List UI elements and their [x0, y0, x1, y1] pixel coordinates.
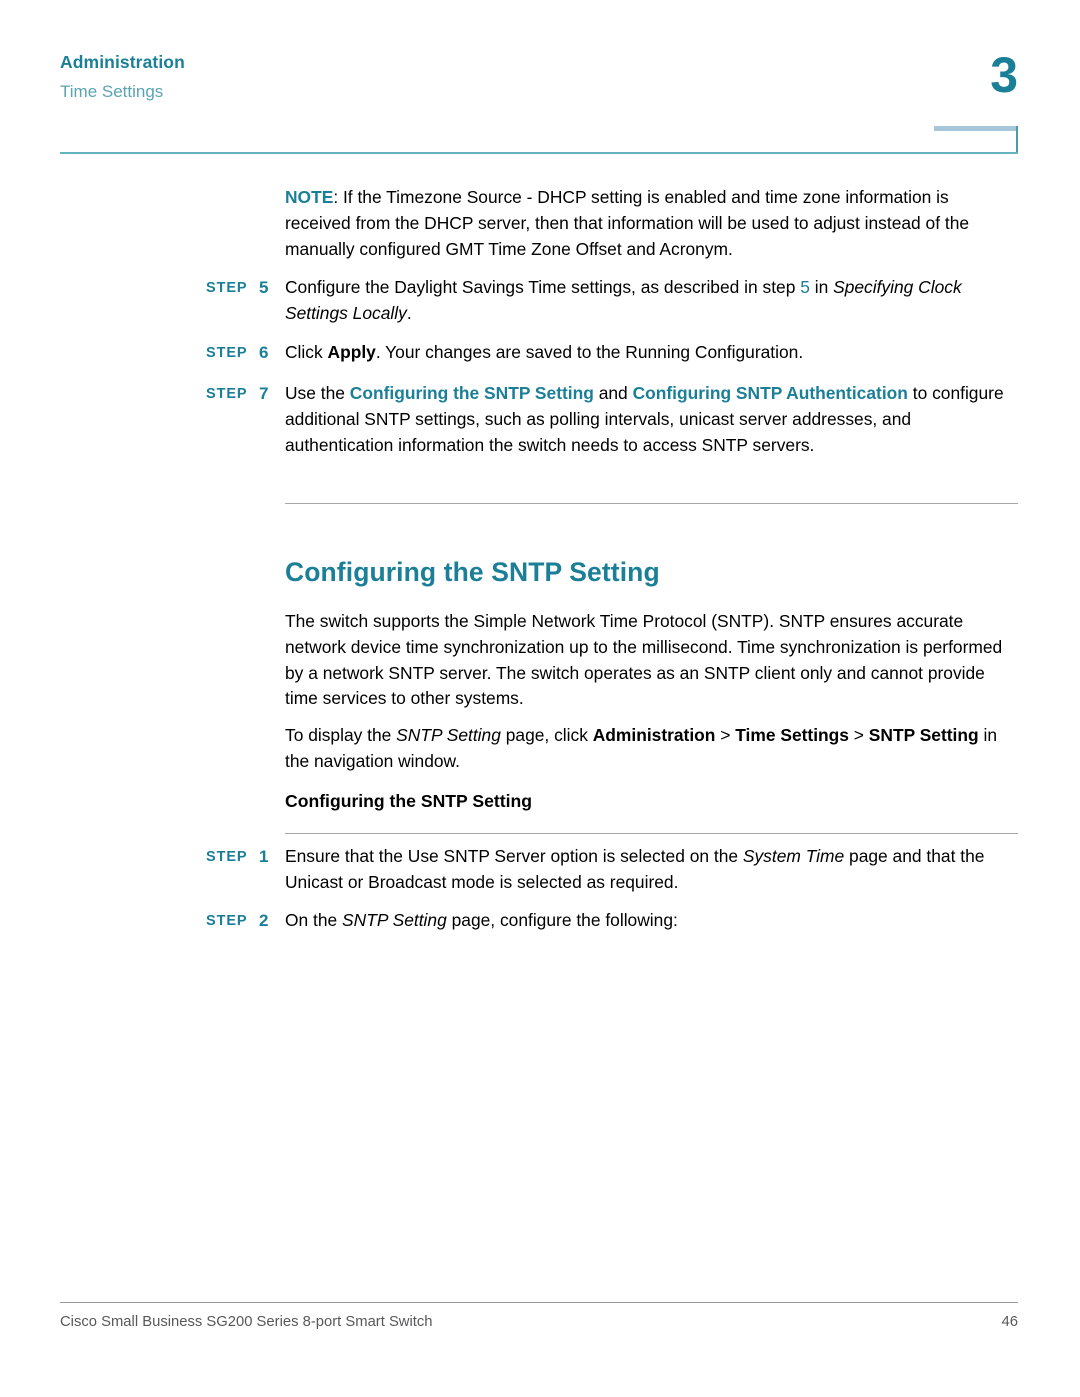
- text-run: Administration: [592, 725, 716, 745]
- step-number: 6: [259, 343, 269, 362]
- text-run: in: [809, 277, 834, 297]
- section-divider-rule: [285, 503, 1018, 504]
- step-number: 2: [259, 911, 269, 930]
- text-run: Configure the Daylight Savings Time sett…: [285, 277, 801, 297]
- text-run: Ensure that the Use SNTP Server option i…: [285, 846, 743, 866]
- text-run: SNTP Setting: [868, 725, 979, 745]
- text-run: .: [406, 302, 412, 323]
- section-intro: The switch supports the Simple Network T…: [285, 609, 1018, 712]
- step-body: Configure the Daylight Savings Time sett…: [279, 275, 1018, 327]
- text-run: 5: [800, 277, 810, 297]
- step-body: Use the Configuring the SNTP Setting and…: [279, 381, 1018, 458]
- note-paragraph: NOTE: If the Timezone Source - DHCP sett…: [285, 185, 1018, 262]
- procedure-divider-rule: [285, 833, 1018, 834]
- text-run: . Your changes are saved to the Running …: [375, 342, 804, 362]
- text-run: SNTP Setting: [342, 910, 447, 930]
- text-run: and: [593, 383, 633, 403]
- step-number: 7: [259, 384, 269, 403]
- text-run: On the: [285, 910, 343, 930]
- footer-page-number: 46: [1001, 1314, 1018, 1330]
- text-run: >: [848, 725, 869, 745]
- step-label: STEP: [206, 345, 248, 361]
- text-run: Apply: [327, 342, 376, 362]
- text-run: page, configure the following:: [446, 910, 678, 930]
- document-page: Administration Time Settings 3 NOTE: If …: [0, 0, 1080, 1397]
- header-section-title: Time Settings: [60, 81, 164, 101]
- step-label: STEP: [206, 386, 248, 402]
- text-run: >: [715, 725, 736, 745]
- text-run: Time Settings: [735, 725, 849, 745]
- step-row: STEP 7 Use the Configuring the SNTP Sett…: [206, 381, 1018, 458]
- text-run: SNTP Setting: [396, 725, 501, 745]
- header-tab-bar-decoration: [934, 126, 1018, 131]
- note-block: NOTE: If the Timezone Source - DHCP sett…: [285, 185, 1018, 262]
- step-body: On the SNTP Setting page, configure the …: [279, 908, 1018, 934]
- step-row: STEP 1 Ensure that the Use SNTP Server o…: [206, 844, 1018, 896]
- step-body: Ensure that the Use SNTP Server option i…: [279, 844, 1018, 896]
- step-row: STEP 2 On the SNTP Setting page, configu…: [206, 908, 1018, 935]
- footer-rule: [60, 1302, 1018, 1303]
- step-label: STEP: [206, 913, 248, 929]
- step-number: 5: [259, 278, 269, 297]
- navigation-path-block: To display the SNTP Setting page, click …: [285, 723, 1018, 775]
- step-number: 1: [259, 847, 269, 866]
- note-label: NOTE: [285, 187, 334, 207]
- text-run: Configuring the SNTP Setting: [349, 383, 594, 403]
- navigation-path-paragraph: To display the SNTP Setting page, click …: [285, 723, 1018, 775]
- step-body: Click Apply. Your changes are saved to t…: [279, 340, 1018, 366]
- note-text: : If the Timezone Source - DHCP setting …: [285, 187, 970, 259]
- step-row: STEP 5 Configure the Daylight Savings Ti…: [206, 275, 1018, 327]
- header-vertical-rule-decoration: [1016, 126, 1018, 154]
- running-header: Administration Time Settings: [60, 52, 660, 103]
- header-chapter-title: Administration: [60, 52, 185, 72]
- text-run: System Time: [742, 846, 845, 866]
- section-heading: Configuring the SNTP Setting: [285, 557, 660, 587]
- chapter-number: 3: [990, 47, 1018, 103]
- step-label: STEP: [206, 280, 248, 296]
- text-run: Configuring SNTP Authentication: [632, 383, 908, 403]
- text-run: Use the: [285, 383, 350, 403]
- header-horizontal-rule: [60, 152, 1018, 154]
- intro-paragraph: The switch supports the Simple Network T…: [285, 611, 1003, 709]
- text-run: Click: [285, 342, 328, 362]
- step-label: STEP: [206, 849, 248, 865]
- step-row: STEP 6 Click Apply. Your changes are sav…: [206, 340, 1018, 367]
- footer-product-name: Cisco Small Business SG200 Series 8-port…: [60, 1314, 433, 1330]
- text-run: page, click: [500, 725, 593, 745]
- text-run: To display the: [285, 725, 397, 745]
- procedure-sub-heading: Configuring the SNTP Setting: [285, 791, 532, 811]
